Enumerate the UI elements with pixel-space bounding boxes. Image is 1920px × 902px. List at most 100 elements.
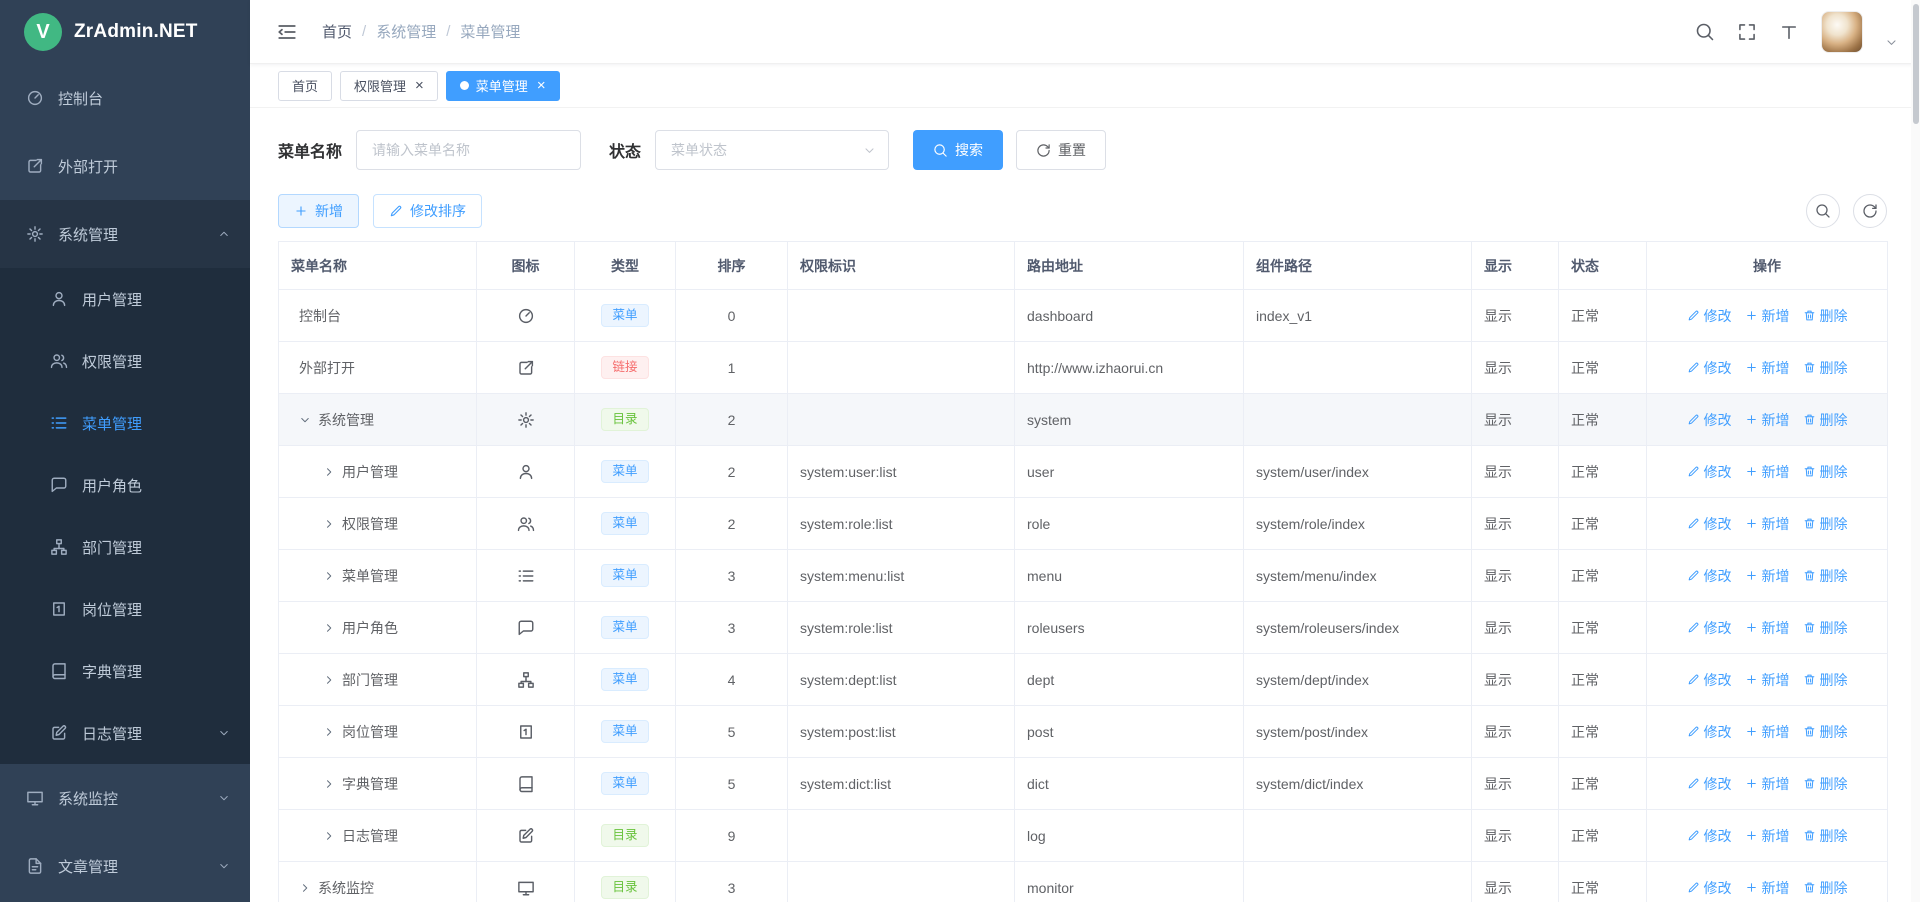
search-icon[interactable] xyxy=(1695,22,1715,42)
row-edit-link[interactable]: 修改 xyxy=(1687,410,1732,430)
reset-button[interactable]: 重置 xyxy=(1016,130,1106,170)
sidebar-item[interactable]: 岗位管理 xyxy=(0,578,250,640)
row-edit-link[interactable]: 修改 xyxy=(1687,878,1732,898)
chevron-down-icon[interactable] xyxy=(299,414,311,426)
row-delete-link[interactable]: 删除 xyxy=(1803,514,1848,534)
chevron-right-icon[interactable] xyxy=(323,622,335,634)
sidebar-item[interactable]: 部门管理 xyxy=(0,516,250,578)
row-add-link[interactable]: 新增 xyxy=(1745,618,1790,638)
row-add-link[interactable]: 新增 xyxy=(1745,566,1790,586)
row-delete-link[interactable]: 删除 xyxy=(1803,410,1848,430)
chevron-right-icon[interactable] xyxy=(323,466,335,478)
search-button[interactable]: 搜索 xyxy=(913,130,1003,170)
scrollbar-thumb[interactable] xyxy=(1913,4,1919,124)
row-edit-link[interactable]: 修改 xyxy=(1687,826,1732,846)
breadcrumb-item[interactable]: 系统管理 xyxy=(376,21,436,42)
chevron-down-icon xyxy=(218,792,230,804)
chevron-right-icon[interactable] xyxy=(323,518,335,530)
show-search-button[interactable] xyxy=(1806,194,1840,228)
tab-item[interactable]: 权限管理× xyxy=(340,71,438,101)
row-delete-link[interactable]: 删除 xyxy=(1803,722,1848,742)
row-edit-link[interactable]: 修改 xyxy=(1687,618,1732,638)
row-edit-link[interactable]: 修改 xyxy=(1687,566,1732,586)
tab-item[interactable]: 首页 xyxy=(278,71,332,101)
add-button[interactable]: 新增 xyxy=(278,194,359,228)
chevron-right-icon[interactable] xyxy=(323,830,335,842)
row-add-link[interactable]: 新增 xyxy=(1745,358,1790,378)
fullscreen-icon[interactable] xyxy=(1737,22,1757,42)
row-delete-link[interactable]: 删除 xyxy=(1803,566,1848,586)
breadcrumb-item[interactable]: 菜单管理 xyxy=(460,21,520,42)
row-edit-link[interactable]: 修改 xyxy=(1687,306,1732,326)
row-add-link[interactable]: 新增 xyxy=(1745,514,1790,534)
row-add-link[interactable]: 新增 xyxy=(1745,878,1790,898)
chevron-up-icon xyxy=(218,228,230,240)
row-delete-link[interactable]: 删除 xyxy=(1803,774,1848,794)
chevron-right-icon[interactable] xyxy=(323,778,335,790)
row-delete-link[interactable]: 删除 xyxy=(1803,358,1848,378)
row-edit-link[interactable]: 修改 xyxy=(1687,774,1732,794)
row-add-link[interactable]: 新增 xyxy=(1745,774,1790,794)
chevron-right-icon[interactable] xyxy=(323,726,335,738)
tab-close-icon[interactable]: × xyxy=(537,78,546,93)
chevron-right-icon[interactable] xyxy=(299,882,311,894)
cell-icon xyxy=(477,706,575,758)
row-add-link[interactable]: 新增 xyxy=(1745,306,1790,326)
sidebar-item[interactable]: 权限管理 xyxy=(0,330,250,392)
type-tag: 菜单 xyxy=(601,512,648,536)
row-delete-link[interactable]: 删除 xyxy=(1803,670,1848,690)
badge-icon xyxy=(517,723,535,741)
row-add-link[interactable]: 新增 xyxy=(1745,670,1790,690)
sidebar-collapse-icon[interactable] xyxy=(276,21,298,43)
column-header: 状态 xyxy=(1559,242,1647,290)
row-edit-link[interactable]: 修改 xyxy=(1687,722,1732,742)
cell-sort: 5 xyxy=(676,758,788,810)
sidebar-item[interactable]: 字典管理 xyxy=(0,640,250,702)
cell-type: 菜单 xyxy=(575,550,676,602)
sidebar-item[interactable]: 用户管理 xyxy=(0,268,250,330)
cell-sort: 4 xyxy=(676,654,788,706)
row-delete-link[interactable]: 删除 xyxy=(1803,826,1848,846)
menu-name: 权限管理 xyxy=(342,514,398,534)
row-add-link[interactable]: 新增 xyxy=(1745,722,1790,742)
row-delete-link-label: 删除 xyxy=(1820,410,1848,430)
sidebar-item[interactable]: 控制台 xyxy=(0,64,250,132)
refresh-table-button[interactable] xyxy=(1853,194,1887,228)
tab-close-icon[interactable]: × xyxy=(415,78,424,93)
user-avatar[interactable] xyxy=(1821,11,1863,53)
row-edit-link[interactable]: 修改 xyxy=(1687,462,1732,482)
row-edit-link[interactable]: 修改 xyxy=(1687,358,1732,378)
menu-status-select[interactable]: 菜单状态 xyxy=(655,130,889,170)
chevron-down-icon xyxy=(218,860,230,872)
sidebar-item[interactable]: 用户角色 xyxy=(0,454,250,516)
sidebar-item[interactable]: 系统监控 xyxy=(0,764,250,832)
row-delete-link[interactable]: 删除 xyxy=(1803,618,1848,638)
sidebar-item[interactable]: 外部打开 xyxy=(0,132,250,200)
sidebar-item[interactable]: 日志管理 xyxy=(0,702,250,764)
sidebar-item[interactable]: 系统管理 xyxy=(0,200,250,268)
row-edit-link[interactable]: 修改 xyxy=(1687,670,1732,690)
tab-item[interactable]: 菜单管理× xyxy=(446,71,560,101)
sidebar-item[interactable]: 菜单管理 xyxy=(0,392,250,454)
type-tag: 链接 xyxy=(601,356,648,380)
menu-name-input[interactable] xyxy=(356,130,581,170)
row-delete-link[interactable]: 删除 xyxy=(1803,878,1848,898)
row-delete-link[interactable]: 删除 xyxy=(1803,306,1848,326)
topbar: 首页/系统管理/菜单管理 xyxy=(250,0,1920,64)
chevron-right-icon[interactable] xyxy=(323,674,335,686)
menu-name-wrap: 菜单管理 xyxy=(279,550,476,601)
row-add-link[interactable]: 新增 xyxy=(1745,410,1790,430)
cell-type: 目录 xyxy=(575,862,676,902)
sidebar-item[interactable]: 文章管理 xyxy=(0,832,250,900)
row-edit-link[interactable]: 修改 xyxy=(1687,514,1732,534)
row-delete-link[interactable]: 删除 xyxy=(1803,462,1848,482)
breadcrumb-item[interactable]: 首页 xyxy=(322,21,352,42)
font-size-icon[interactable] xyxy=(1779,22,1799,42)
sort-edit-button[interactable]: 修改排序 xyxy=(373,194,482,228)
chevron-down-icon xyxy=(218,792,230,804)
user-menu-caret-icon[interactable] xyxy=(1885,36,1898,49)
row-add-link[interactable]: 新增 xyxy=(1745,826,1790,846)
chevron-right-icon[interactable] xyxy=(323,570,335,582)
row-add-link[interactable]: 新增 xyxy=(1745,462,1790,482)
pencil-icon xyxy=(1687,829,1700,842)
